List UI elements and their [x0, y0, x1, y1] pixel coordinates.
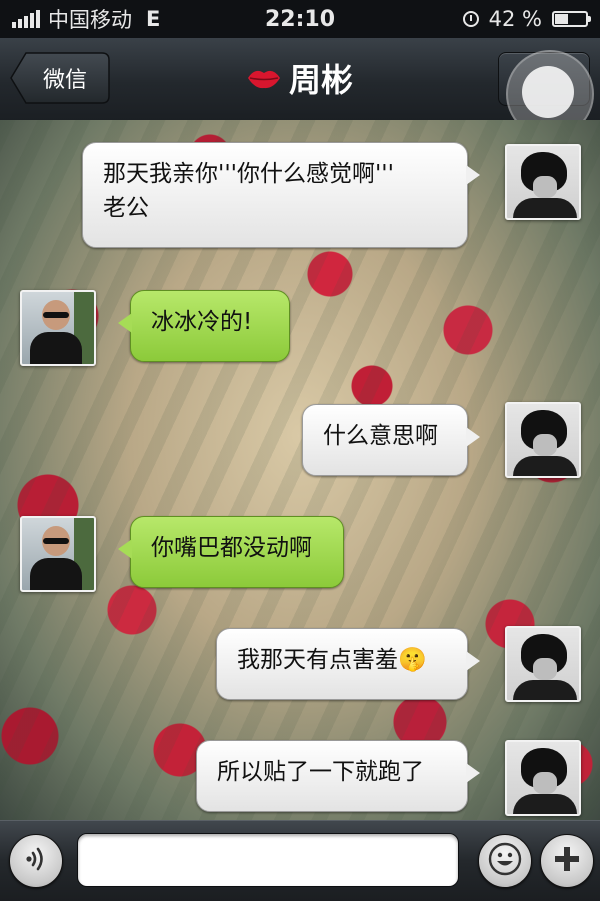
avatar-me[interactable]	[505, 402, 581, 478]
clock-icon	[462, 11, 479, 27]
carrier-name: 中国移动	[48, 8, 132, 32]
smiley-icon	[488, 842, 522, 880]
message-bubble[interactable]: 你嘴巴都没动啊	[118, 516, 344, 588]
input-bar	[0, 820, 600, 901]
message-bubble[interactable]: 我那天有点害羞🤫	[216, 628, 480, 700]
status-bar: 中国移动 E 22:10 42 %	[0, 0, 600, 38]
nav-bar: 微信 周彬	[0, 38, 600, 138]
message-text: 你嘴巴都没动啊	[151, 535, 312, 561]
plus-icon	[552, 844, 582, 878]
status-right: 42 %	[462, 7, 591, 31]
message-row: 什么意思啊	[0, 402, 600, 486]
avatar-me[interactable]	[505, 626, 581, 702]
message-row: 你嘴巴都没动啊	[0, 514, 600, 598]
message-row: 那天我亲你'''你什么感觉啊''' 老公	[0, 142, 600, 252]
emoji-button[interactable]	[478, 834, 532, 888]
message-bubble[interactable]: 什么意思啊	[302, 404, 480, 476]
status-left: 中国移动 E	[12, 4, 160, 34]
message-bubble[interactable]: 所以贴了一下就跑了	[196, 740, 480, 812]
battery-icon	[552, 11, 591, 27]
message-text: 所以贴了一下就跑了	[217, 759, 424, 785]
message-row: 所以贴了一下就跑了	[0, 740, 600, 820]
avatar-me[interactable]	[505, 740, 581, 816]
message-bubble[interactable]: 冰冰冷的!	[118, 290, 290, 362]
chat-area[interactable]: 那天我亲你'''你什么感觉啊''' 老公 冰冰冷的! 什么意思啊 你嘴巴都没动啊	[0, 120, 600, 820]
shushing-face-emoji-icon: 🤫	[398, 647, 427, 673]
lips-icon	[247, 59, 281, 97]
voice-button[interactable]	[9, 834, 63, 888]
message-input[interactable]	[77, 833, 459, 887]
voice-icon	[22, 845, 50, 877]
battery-percent: 42 %	[488, 7, 542, 31]
message-text: 老公	[103, 195, 149, 221]
avatar-contact[interactable]	[20, 516, 96, 592]
message-text: 冰冰冷的!	[151, 309, 253, 335]
message-row: 冰冰冷的!	[0, 288, 600, 372]
message-bubble[interactable]: 那天我亲你'''你什么感觉啊''' 老公	[82, 142, 480, 248]
signal-bars-icon	[12, 10, 40, 28]
more-button[interactable]	[540, 834, 594, 888]
contact-name: 周彬	[288, 61, 353, 99]
avatar-me[interactable]	[505, 144, 581, 220]
network-type: E	[146, 7, 161, 31]
message-text: 那天我亲你'''你什么感觉啊'''	[103, 161, 394, 187]
avatar-contact[interactable]	[20, 290, 96, 366]
message-text: 我那天有点害羞	[237, 647, 398, 673]
message-text: 什么意思啊	[323, 423, 438, 449]
message-row: 我那天有点害羞🤫	[0, 626, 600, 710]
